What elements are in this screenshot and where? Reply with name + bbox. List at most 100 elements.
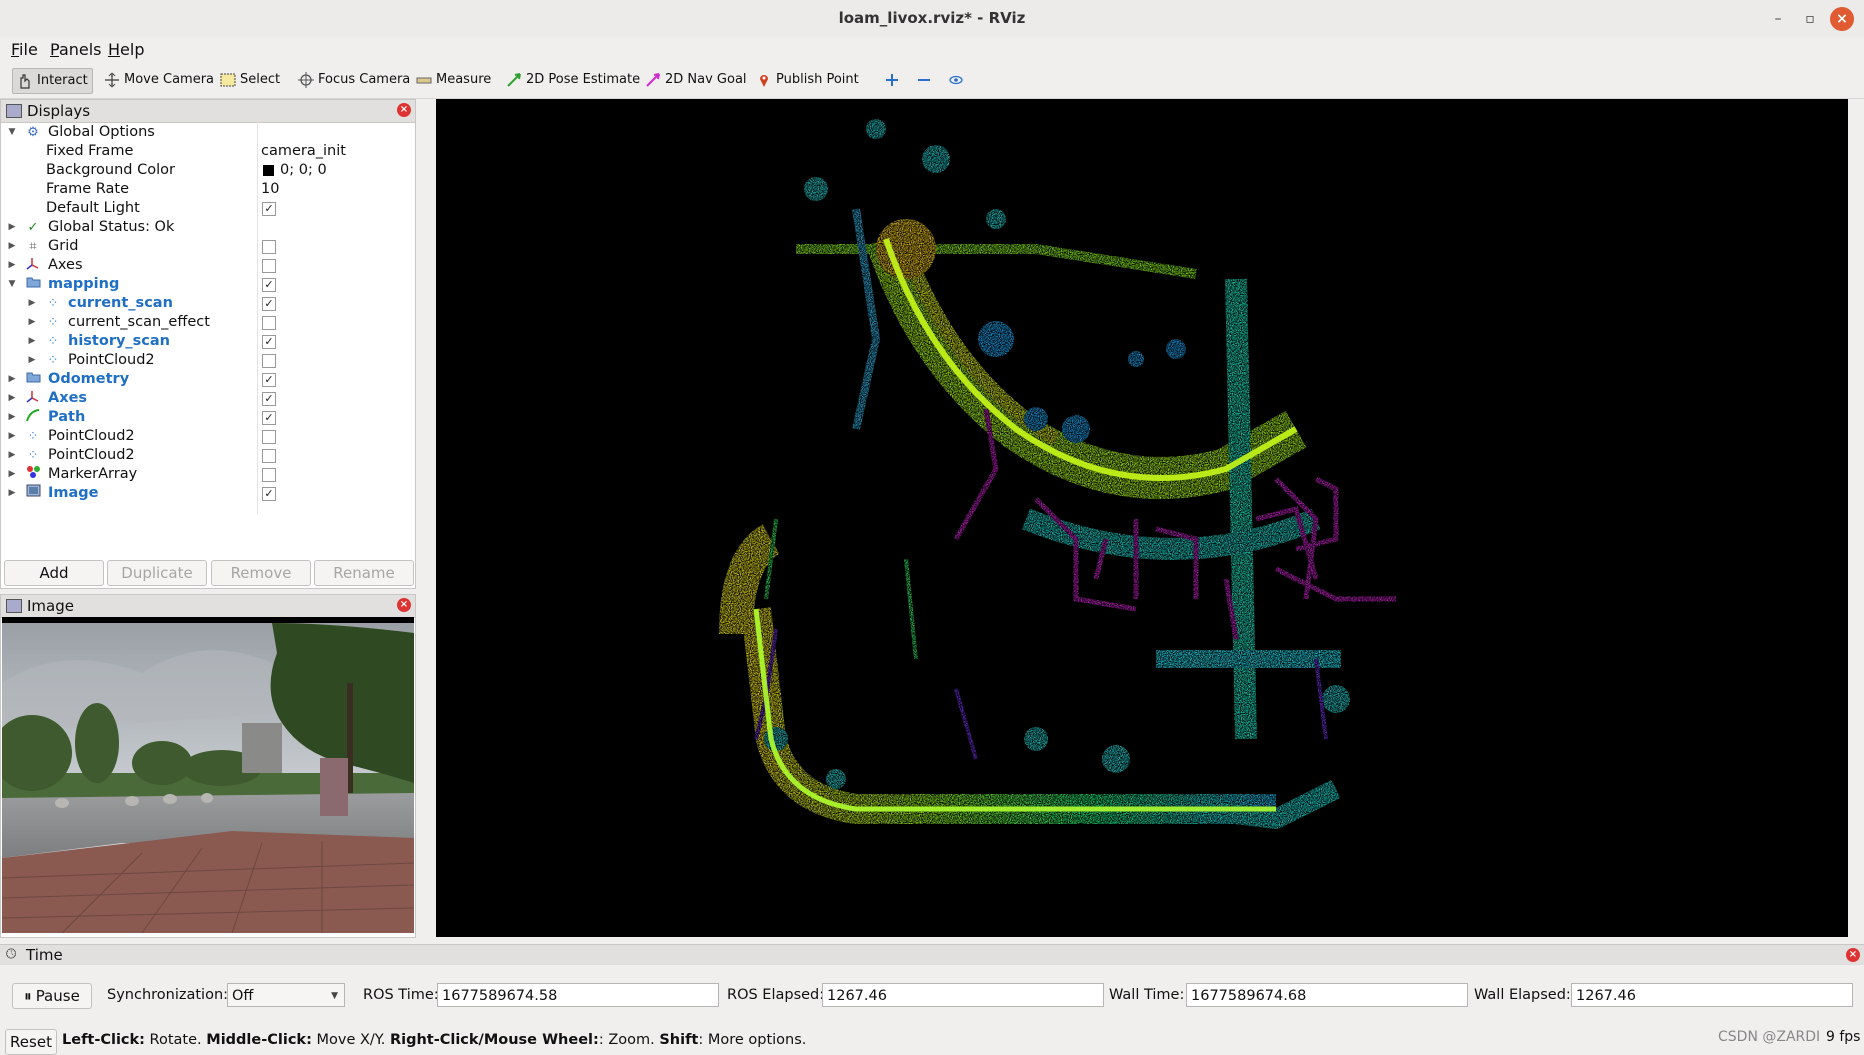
display-item-checkbox[interactable]: ✓ (262, 297, 276, 311)
pointcloud-icon: ⁘ (27, 429, 39, 444)
tree-row-history-scan[interactable]: ▶ ⁘ history_scan ✓ (1, 332, 415, 351)
display-item-checkbox[interactable] (262, 468, 276, 482)
3d-render-view[interactable]: ◀ ▶ (436, 99, 1848, 937)
measure-tool[interactable]: Measure (412, 68, 495, 92)
expand-arrow-icon[interactable]: ▶ (7, 427, 17, 446)
ros-time-field[interactable]: 1677589674.58 (437, 983, 719, 1007)
nav-goal-tool[interactable]: 2D Nav Goal (641, 68, 751, 92)
pause-button[interactable]: ⏸︎ Pause (12, 983, 92, 1009)
duplicate-button[interactable]: Duplicate (107, 560, 207, 586)
expand-arrow-icon[interactable]: ▶ (7, 446, 17, 465)
tree-row-axes-2[interactable]: ▶ Axes ✓ (1, 389, 415, 408)
tree-row-image[interactable]: ▶ Image ✓ (1, 484, 415, 503)
remove-button[interactable]: Remove (211, 560, 311, 586)
menu-panels[interactable]: Panels (50, 40, 102, 59)
display-item-checkbox[interactable] (262, 259, 276, 273)
tree-row-background-color[interactable]: Background Color 0; 0; 0 (1, 161, 415, 180)
publish-point-tool[interactable]: Publish Point (752, 68, 863, 92)
reset-button[interactable]: Reset (5, 1029, 57, 1055)
display-item-checkbox[interactable]: ✓ (262, 373, 276, 387)
display-item-checkbox[interactable] (262, 430, 276, 444)
hint-key: Left-Click: (62, 1032, 145, 1048)
pose-estimate-tool[interactable]: 2D Pose Estimate (502, 68, 644, 92)
monitor-icon (6, 104, 22, 118)
expand-arrow-icon[interactable]: ▼ (7, 275, 17, 294)
frame-rate-value[interactable]: 10 (261, 180, 279, 199)
views-tool-button[interactable] (944, 68, 968, 92)
sync-dropdown[interactable]: Off ▼ (227, 983, 345, 1007)
wall-elapsed-field[interactable]: 1267.46 (1571, 983, 1853, 1007)
tree-row-odometry[interactable]: ▶ Odometry ✓ (1, 370, 415, 389)
move-arrows-icon (104, 72, 120, 88)
tree-row-global-options[interactable]: ▼ ⚙ Global Options (1, 123, 415, 142)
tree-row-current-scan[interactable]: ▶ ⁘ current_scan ✓ (1, 294, 415, 313)
focus-camera-tool[interactable]: Focus Camera (294, 68, 414, 92)
interact-tool[interactable]: Interact (12, 68, 93, 94)
background-color-value[interactable]: 0; 0; 0 (280, 161, 327, 180)
global-status-label: Global Status: Ok (48, 219, 175, 235)
expand-arrow-icon[interactable]: ▶ (7, 370, 17, 389)
move-camera-tool[interactable]: Move Camera (100, 68, 218, 92)
plus-icon (884, 72, 900, 88)
display-item-checkbox[interactable] (262, 354, 276, 368)
tree-row-pointcloud2-2[interactable]: ▶ ⁘ PointCloud2 (1, 427, 415, 446)
display-item-checkbox[interactable]: ✓ (262, 335, 276, 349)
expand-arrow-icon[interactable]: ▶ (7, 389, 17, 408)
menu-help[interactable]: Help (108, 40, 144, 59)
title-bar: loam_livox.rviz* - RViz – ▫ × (0, 0, 1864, 39)
expand-arrow-icon[interactable]: ▶ (27, 332, 37, 351)
close-window-icon[interactable]: × (1830, 7, 1854, 31)
expand-arrow-icon[interactable]: ▶ (7, 465, 17, 484)
pause-icon: ⏸︎ (24, 987, 32, 1005)
menu-file[interactable]: File (11, 40, 38, 59)
tree-row-default-light[interactable]: Default Light ✓ (1, 199, 415, 218)
ros-elapsed-label: ROS Elapsed: (727, 987, 825, 1003)
sync-label: Synchronization: (107, 987, 229, 1003)
maximize-icon[interactable]: ▫ (1800, 9, 1820, 29)
tree-row-mapping[interactable]: ▼ mapping ✓ (1, 275, 415, 294)
tree-row-grid[interactable]: ▶ ⌗ Grid (1, 237, 415, 256)
default-light-checkbox[interactable]: ✓ (262, 202, 276, 216)
remove-tool-button[interactable] (912, 68, 936, 92)
add-tool-button[interactable] (880, 68, 904, 92)
expand-arrow-icon[interactable]: ▶ (7, 237, 17, 256)
close-icon[interactable]: × (397, 103, 411, 117)
close-icon[interactable]: × (1846, 948, 1860, 962)
hint-text: Rotate. (144, 1032, 207, 1048)
expand-arrow-icon[interactable]: ▼ (7, 123, 17, 142)
tree-row-global-status[interactable]: ▶ ✓ Global Status: Ok (1, 218, 415, 237)
expand-arrow-icon[interactable]: ▶ (7, 218, 17, 237)
tree-row-current-scan-effect[interactable]: ▶ ⁘ current_scan_effect (1, 313, 415, 332)
expand-arrow-icon[interactable]: ▶ (27, 313, 37, 332)
display-item-checkbox[interactable] (262, 316, 276, 330)
display-item-checkbox[interactable]: ✓ (262, 411, 276, 425)
tree-row-pointcloud2[interactable]: ▶ ⁘ PointCloud2 (1, 351, 415, 370)
expand-arrow-icon[interactable]: ▶ (7, 484, 17, 503)
wall-time-field[interactable]: 1677589674.68 (1186, 983, 1468, 1007)
close-icon[interactable]: × (397, 598, 411, 612)
display-item-checkbox[interactable] (262, 449, 276, 463)
display-item-checkbox[interactable]: ✓ (262, 278, 276, 292)
add-button[interactable]: Add (4, 560, 104, 586)
tree-row-markerarray[interactable]: ▶ MarkerArray (1, 465, 415, 484)
expand-arrow-icon[interactable]: ▶ (7, 408, 17, 427)
expand-arrow-icon[interactable]: ▶ (27, 351, 37, 370)
minimize-icon[interactable]: – (1768, 9, 1788, 29)
tree-row-axes[interactable]: ▶ Axes (1, 256, 415, 275)
display-item-checkbox[interactable]: ✓ (262, 487, 276, 501)
rename-button[interactable]: Rename (314, 560, 414, 586)
expand-arrow-icon[interactable]: ▶ (27, 294, 37, 313)
fixed-frame-value[interactable]: camera_init (261, 142, 346, 161)
global-options-label: Global Options (48, 124, 155, 140)
tree-row-path[interactable]: ▶ Path ✓ (1, 408, 415, 427)
expand-arrow-icon[interactable]: ▶ (7, 256, 17, 275)
display-item-checkbox[interactable]: ✓ (262, 392, 276, 406)
tree-row-pointcloud2-3[interactable]: ▶ ⁘ PointCloud2 (1, 446, 415, 465)
tree-row-fixed-frame[interactable]: Fixed Frame camera_init (1, 142, 415, 161)
ros-elapsed-field[interactable]: 1267.46 (822, 983, 1104, 1007)
color-swatch[interactable] (263, 165, 274, 176)
select-tool[interactable]: Select (216, 68, 284, 92)
display-item-label: PointCloud2 (48, 447, 135, 463)
display-item-checkbox[interactable] (262, 240, 276, 254)
tree-row-frame-rate[interactable]: Frame Rate 10 (1, 180, 415, 199)
